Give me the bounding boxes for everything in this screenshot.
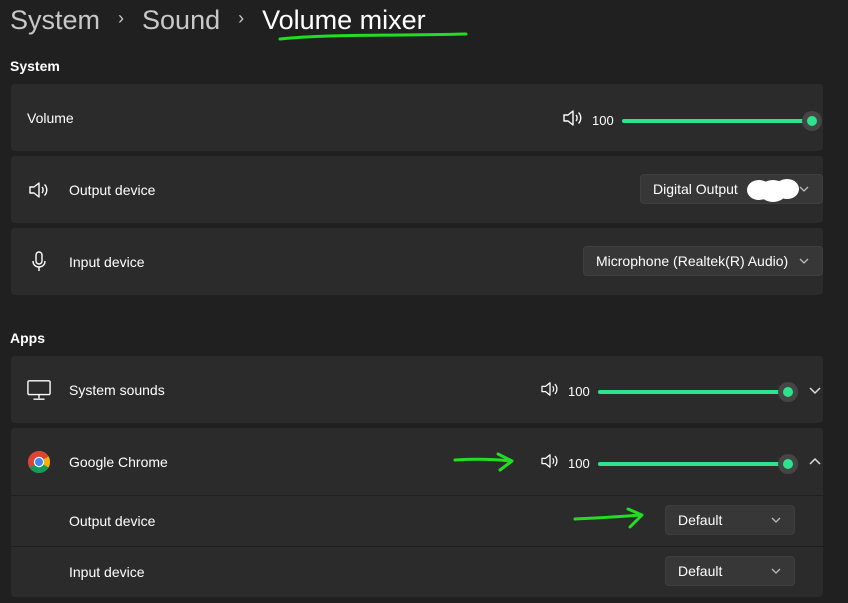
redaction-blob bbox=[745, 177, 801, 203]
output-device-dropdown[interactable]: Digital Output bbox=[640, 174, 823, 204]
chevron-up-icon[interactable] bbox=[807, 454, 823, 470]
chrome-output-device-dropdown[interactable]: Default bbox=[665, 505, 795, 535]
app-card-google-chrome[interactable]: Google Chrome 100 bbox=[11, 428, 823, 495]
speaker-icon bbox=[27, 178, 51, 202]
chrome-volume-value: 100 bbox=[568, 456, 590, 471]
system-sounds-volume-control: 100 bbox=[540, 381, 798, 402]
system-sounds-slider-fill bbox=[598, 389, 788, 394]
chevron-down-icon bbox=[798, 254, 810, 270]
system-sounds-slider-thumb[interactable] bbox=[778, 381, 798, 402]
volume-slider-thumb[interactable] bbox=[802, 110, 822, 131]
input-device-card: Input device Microphone (Realtek(R) Audi… bbox=[11, 228, 823, 295]
chrome-output-device-label: Output device bbox=[69, 513, 156, 529]
volume-slider[interactable] bbox=[622, 110, 822, 131]
output-device-selected: Digital Output bbox=[653, 181, 738, 197]
chrome-output-device-row: Output device Default bbox=[11, 496, 823, 546]
monitor-icon bbox=[27, 378, 51, 402]
chrome-slider-fill bbox=[598, 461, 788, 466]
chevron-down-icon bbox=[798, 182, 810, 198]
chrome-logo-icon bbox=[27, 450, 51, 474]
chrome-input-device-row: Input device Default bbox=[11, 547, 823, 597]
system-section-heading: System bbox=[10, 58, 60, 74]
chevron-down-icon bbox=[770, 564, 782, 580]
underline-annotation bbox=[278, 32, 468, 41]
chevron-right-icon: › bbox=[118, 7, 125, 28]
breadcrumb-sound[interactable]: Sound bbox=[142, 5, 220, 36]
speaker-icon[interactable] bbox=[540, 453, 560, 474]
chevron-down-icon[interactable] bbox=[807, 382, 823, 398]
input-device-selected: Microphone (Realtek(R) Audio) bbox=[596, 253, 789, 269]
chrome-input-device-selected: Default bbox=[678, 563, 723, 579]
chrome-volume-slider[interactable] bbox=[598, 453, 798, 474]
apps-section-heading: Apps bbox=[10, 330, 45, 346]
speaker-icon[interactable] bbox=[562, 109, 584, 132]
system-sounds-volume-value: 100 bbox=[568, 384, 590, 399]
output-device-card: Output device Digital Output bbox=[11, 156, 823, 223]
breadcrumb-system[interactable]: System bbox=[10, 5, 100, 36]
system-sounds-volume-slider[interactable] bbox=[598, 381, 798, 402]
chevron-down-icon bbox=[770, 513, 782, 529]
chrome-slider-thumb[interactable] bbox=[778, 453, 798, 474]
output-device-label: Output device bbox=[69, 181, 156, 198]
chrome-input-device-dropdown[interactable]: Default bbox=[665, 556, 795, 586]
app-card-system-sounds[interactable]: System sounds 100 bbox=[11, 356, 823, 423]
volume-slider-fill bbox=[622, 118, 812, 123]
volume-label: Volume bbox=[27, 109, 74, 126]
input-device-dropdown[interactable]: Microphone (Realtek(R) Audio) bbox=[583, 246, 823, 276]
input-device-label: Input device bbox=[69, 253, 145, 270]
chrome-volume-control: 100 bbox=[540, 453, 798, 474]
speaker-icon[interactable] bbox=[540, 381, 560, 402]
chevron-right-icon: › bbox=[238, 7, 245, 28]
system-volume-card: Volume 100 bbox=[11, 84, 823, 151]
chrome-output-device-selected: Default bbox=[678, 512, 723, 528]
microphone-icon bbox=[27, 250, 51, 274]
arrow-annotation-icon bbox=[573, 507, 644, 529]
chrome-input-device-label: Input device bbox=[69, 564, 145, 580]
arrow-annotation-icon bbox=[453, 452, 514, 472]
app-name-system-sounds: System sounds bbox=[69, 381, 165, 398]
system-volume-control: 100 bbox=[562, 109, 822, 132]
app-name-google-chrome: Google Chrome bbox=[69, 453, 168, 470]
volume-value: 100 bbox=[592, 113, 614, 128]
